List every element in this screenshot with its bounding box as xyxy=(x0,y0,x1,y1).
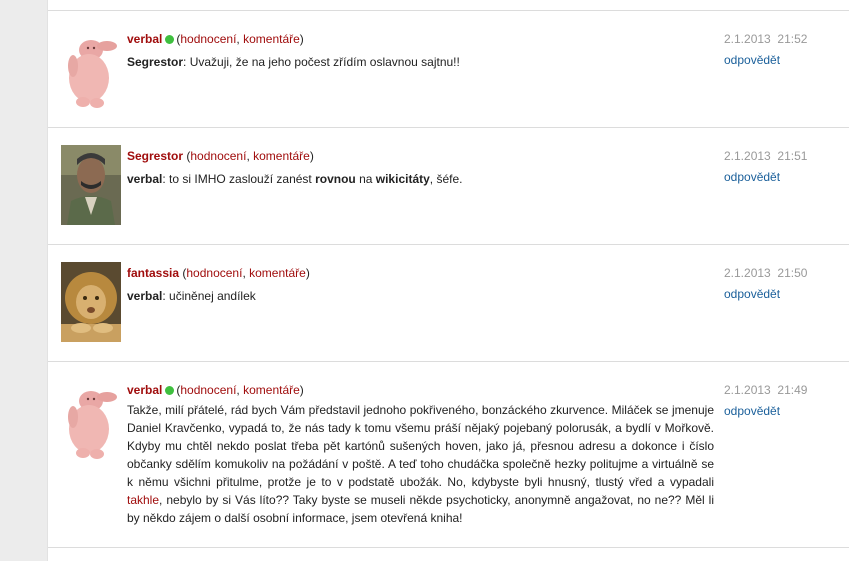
author-link[interactable]: fantassia xyxy=(127,266,179,280)
comments-link[interactable]: komentáře xyxy=(253,149,310,163)
comments-link[interactable]: komentáře xyxy=(243,383,300,397)
comments-panel: verbal (hodnocení, komentáře) Segrestor: … xyxy=(47,0,849,561)
comment-item: verbal (hodnocení, komentáře) Takže, milí… xyxy=(48,362,849,548)
man-portrait-avatar[interactable] xyxy=(61,145,121,225)
comment-text: verbal: to si IMHO zaslouží zanést rovno… xyxy=(127,172,463,186)
online-status-icon xyxy=(165,386,175,395)
comment-item: Segrestor (hodnocení, komentáře) verbal:… xyxy=(48,128,849,245)
lion-avatar[interactable] xyxy=(61,262,121,342)
comment-timestamp: 2.1.2013 21:51 xyxy=(724,149,808,163)
rating-link[interactable]: hodnocení xyxy=(180,32,236,46)
comment-timestamp: 2.1.2013 21:52 xyxy=(724,32,808,46)
inline-link[interactable]: takhle xyxy=(127,493,159,507)
author-link[interactable]: verbal xyxy=(127,32,162,46)
comment-text: Takže, milí přátelé, rád bych Vám předst… xyxy=(127,403,714,525)
reply-link[interactable]: odpovědět xyxy=(724,169,834,185)
reply-link[interactable]: odpovědět xyxy=(724,403,834,419)
reply-link[interactable]: odpovědět xyxy=(724,286,834,302)
comment-timestamp: 2.1.2013 21:49 xyxy=(724,383,808,397)
comments-link[interactable]: komentáře xyxy=(249,266,306,280)
comments-link[interactable]: komentáře xyxy=(243,32,300,46)
comment-text: Segrestor: Uvažuji, že na jeho počest zř… xyxy=(127,55,460,69)
author-link[interactable]: Segrestor xyxy=(127,149,183,163)
comment-timestamp: 2.1.2013 21:50 xyxy=(724,266,808,280)
comment-item: fantassia (hodnocení, komentáře) verbal:… xyxy=(48,245,849,362)
author-link[interactable]: verbal xyxy=(127,383,162,397)
fat-baby-avatar[interactable] xyxy=(61,379,121,459)
comment-item: verbal (hodnocení, komentáře) Segrestor: … xyxy=(48,11,849,128)
mention-name: Segrestor xyxy=(127,55,184,69)
rating-link[interactable]: hodnocení xyxy=(190,149,246,163)
mention-name: verbal xyxy=(127,289,163,303)
fat-baby-avatar[interactable] xyxy=(61,28,121,108)
comment-text: verbal: učiněnej andílek xyxy=(127,289,256,303)
online-status-icon xyxy=(165,35,175,44)
rating-link[interactable]: hodnocení xyxy=(186,266,242,280)
rating-link[interactable]: hodnocení xyxy=(180,383,236,397)
mention-name: verbal xyxy=(127,172,163,186)
reply-link[interactable]: odpovědět xyxy=(724,52,834,68)
